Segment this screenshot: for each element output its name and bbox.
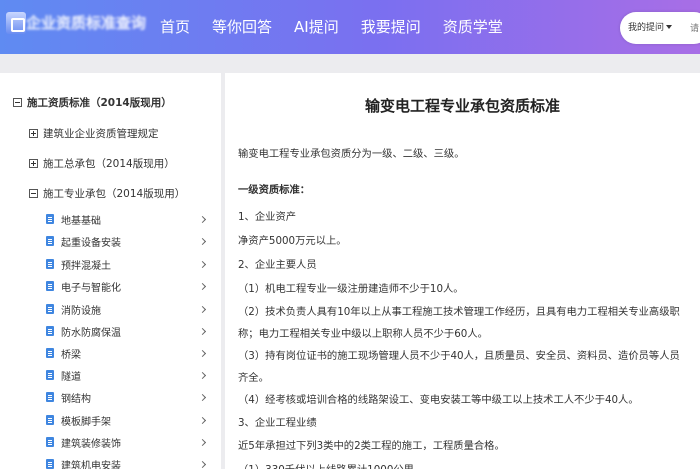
document-icon	[46, 236, 54, 246]
article-paragraph: 净资产5000万元以上。	[238, 235, 347, 247]
article-paragraph: 1、企业资产	[238, 211, 297, 223]
article-paragraph: （4）经考核或培训合格的线路架设工、变电安装工等中级工以上技术工人不少于40人。	[238, 394, 639, 406]
article-paragraph: （2）技术负责人具有10年以上从事工程施工技术管理工作经历，且具有电力工程相关专…	[238, 306, 680, 340]
logo-text: 企业资质标准查询	[26, 14, 147, 32]
tree-root-label: 施工资质标准（2014版现用）	[27, 96, 172, 109]
tree-item-mep[interactable]: 建筑机电安装	[46, 454, 211, 469]
collapse-icon[interactable]	[29, 188, 38, 198]
section-heading: 一级资质标准：	[238, 184, 311, 196]
logo-icon	[6, 12, 26, 34]
tree-group-general-contract[interactable]: 施工总承包（2014版现用）	[29, 153, 175, 173]
tree-item-label: 防水防腐保温	[61, 327, 121, 339]
tree-group-regulation[interactable]: 建筑业企业资质管理规定	[29, 123, 159, 143]
chevron-right-icon	[198, 327, 207, 335]
nav-ai-ask[interactable]: AI提问	[283, 0, 350, 54]
page-title: 输变电工程专业承包资质标准	[364, 97, 560, 115]
tree-item-label: 地基基础	[61, 215, 101, 227]
article-paragraph: （3）持有岗位证书的施工现场管理人员不少于40人，且质量员、安全员、资料员、造价…	[238, 350, 680, 384]
tree-item-label: 消防设施	[61, 305, 101, 317]
tree-item-bridge[interactable]: 桥梁	[46, 343, 211, 363]
article-paragraph: 2、企业主要人员	[238, 259, 317, 271]
chevron-right-icon	[198, 349, 207, 357]
top-header: 企业资质标准查询 首页 等你回答 AI提问 我要提问 资质学堂 我的提问	[0, 0, 700, 54]
tree-item-label: 建筑机电安装	[61, 460, 121, 469]
document-icon	[46, 259, 54, 269]
expand-icon[interactable]	[29, 128, 38, 138]
chevron-right-icon	[198, 438, 207, 446]
tree-item-formwork[interactable]: 模板脚手架	[46, 410, 211, 430]
chevron-right-icon	[198, 260, 207, 268]
tree-item-foundation[interactable]: 地基基础	[46, 209, 211, 229]
tree-group-label: 建筑业企业资质管理规定	[43, 127, 159, 140]
expand-icon[interactable]	[29, 158, 38, 168]
tree-root[interactable]: 施工资质标准（2014版现用）	[13, 92, 172, 112]
chevron-down-icon	[666, 24, 673, 29]
nav-qualification-school[interactable]: 资质学堂	[432, 0, 514, 54]
tree-group-special-contract[interactable]: 施工专业承包（2014版现用）	[29, 183, 185, 203]
search-scope-select[interactable]: 我的提问	[628, 20, 673, 33]
tree-item-label: 预拌混凝土	[61, 260, 111, 272]
tree-item-label: 桥梁	[61, 349, 81, 361]
article-intro: 输变电工程专业承包资质分为一级、二级、三级。	[238, 148, 465, 160]
nav-home[interactable]: 首页	[150, 0, 201, 54]
chevron-right-icon	[198, 237, 207, 245]
site-logo[interactable]: 企业资质标准查询	[2, 8, 146, 46]
tree-item-label: 电子与智能化	[61, 282, 121, 294]
tree-item-steel[interactable]: 钢结构	[46, 387, 211, 407]
document-icon	[46, 370, 54, 380]
search-scope-label: 我的提问	[628, 23, 665, 33]
tree-group-label: 施工专业承包（2014版现用）	[43, 187, 186, 200]
main-nav: 首页 等你回答 AI提问 我要提问 资质学堂	[150, 0, 514, 54]
search-box: 我的提问	[620, 12, 700, 44]
document-icon	[46, 459, 54, 469]
nav-ask-question[interactable]: 我要提问	[350, 0, 432, 54]
chevron-right-icon	[198, 416, 207, 424]
chevron-right-icon	[198, 282, 207, 290]
document-icon	[46, 437, 54, 447]
tree-item-label: 建筑装修装饰	[61, 438, 121, 450]
document-icon	[46, 326, 54, 336]
search-input[interactable]	[690, 18, 700, 38]
tree-item-fire[interactable]: 消防设施	[46, 299, 211, 319]
tree-item-label: 钢结构	[61, 393, 91, 405]
article-paragraph: （1）330千伏以上线路累计1000公里	[238, 459, 690, 469]
chevron-right-icon	[198, 371, 207, 379]
tree-item-electronics[interactable]: 电子与智能化	[46, 276, 211, 296]
nav-waiting-answers[interactable]: 等你回答	[201, 0, 283, 54]
article-paragraph: 近5年承担过下列3类中的2类工程的施工，工程质量合格。	[238, 440, 505, 452]
document-icon	[46, 281, 54, 291]
chevron-right-icon	[198, 393, 207, 401]
document-icon	[46, 392, 54, 402]
document-icon	[46, 415, 54, 425]
chevron-right-icon	[198, 460, 207, 468]
tree-item-label: 起重设备安装	[61, 237, 121, 249]
tree-item-lifting[interactable]: 起重设备安装	[46, 231, 211, 251]
article-paragraph: （1）机电工程专业一级注册建造师不少于10人。	[238, 283, 464, 295]
tree-group-label: 施工总承包（2014版现用）	[43, 157, 175, 170]
article-panel: 输变电工程专业承包资质标准 输变电工程专业承包资质分为一级、二级、三级。 一级资…	[225, 73, 700, 469]
tree-item-tunnel[interactable]: 隧道	[46, 365, 211, 385]
tree-item-label: 隧道	[61, 371, 81, 383]
tree-item-concrete[interactable]: 预拌混凝土	[46, 254, 211, 274]
tree-item-waterproof[interactable]: 防水防腐保温	[46, 321, 211, 341]
tree-item-label: 模板脚手架	[61, 416, 111, 428]
tree-item-decoration[interactable]: 建筑装修装饰	[46, 432, 211, 452]
collapse-icon[interactable]	[13, 97, 22, 107]
article-paragraph: 3、企业工程业绩	[238, 417, 317, 429]
chevron-right-icon	[198, 305, 207, 313]
document-icon	[46, 214, 54, 224]
document-icon	[46, 304, 54, 314]
chevron-right-icon	[198, 215, 207, 223]
sidebar-tree: 施工资质标准（2014版现用） 建筑业企业资质管理规定 施工总承包（2014版现…	[0, 73, 221, 469]
document-icon	[46, 348, 54, 358]
